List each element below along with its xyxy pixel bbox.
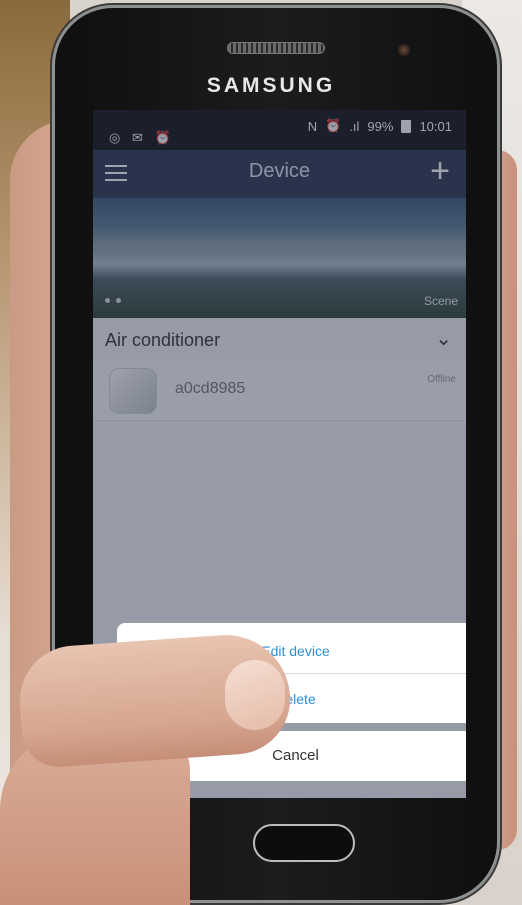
earpiece-speaker [227, 42, 325, 54]
front-camera [398, 44, 410, 56]
home-button[interactable] [253, 824, 355, 862]
user-fingertip [225, 660, 285, 730]
phone-brand: SAMSUNG [206, 74, 336, 97]
